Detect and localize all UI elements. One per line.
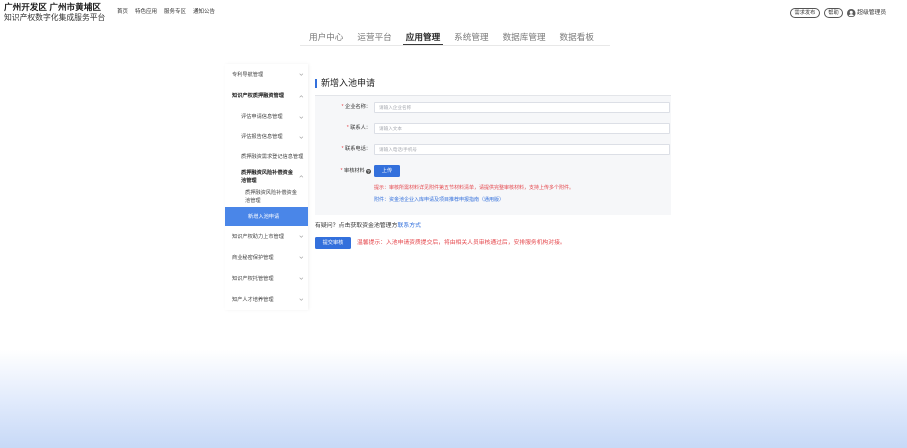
sidebar-item-risk-compensation-pool[interactable]: 质押融资风险补偿资金池管理: [225, 166, 308, 187]
sidebar-item-patent-navigation[interactable]: 专利导航管理: [225, 64, 308, 85]
required-mark: *: [346, 125, 349, 131]
chevron-down-icon: [299, 298, 304, 301]
chevron-down-icon: [299, 135, 304, 139]
chevron-down-icon: [299, 235, 304, 238]
sidebar-item-label: 新增入池申请: [248, 213, 280, 220]
top-nav-home[interactable]: 首页: [117, 9, 128, 16]
company-name-row: * 企业名称：: [315, 102, 670, 113]
submit-notice: 温馨提示：入池申请资质提交后，将由相关人员审核通过后，安排服务机构对接。: [357, 239, 566, 246]
tab-data-dashboard[interactable]: 数据看板: [557, 32, 597, 45]
chevron-up-icon: [299, 175, 304, 178]
top-nav-service-zone[interactable]: 服务专区: [164, 9, 186, 16]
sidebar-item-label: 专利导航管理: [232, 71, 264, 78]
top-nav: 首页 特色应用 服务专区 通知公告: [117, 9, 215, 16]
attachment-link[interactable]: 资金池企业入库申请及项目推荐申报指南（通用版）: [389, 197, 504, 203]
sidebar-item-ip-pledge-financing[interactable]: 知识产权质押融资管理: [225, 85, 308, 107]
chevron-down-icon: [299, 115, 304, 119]
sidebar-item-label: 质押融资风险补偿资金池管理: [245, 190, 297, 204]
field-label: 企业名称：: [345, 104, 371, 110]
sidebar-item-talent-training[interactable]: 知产人才培养管理: [225, 289, 308, 310]
sidebar-item-evaluation-application[interactable]: 评估申请信息管理: [225, 107, 308, 127]
sidebar-item-label: 评估报告信息管理: [241, 134, 283, 140]
top-nav-featured-apps[interactable]: 特色应用: [135, 9, 157, 16]
user-name[interactable]: 超级管理员: [857, 9, 886, 17]
submit-review-button[interactable]: 提交审核: [315, 237, 351, 249]
header-actions: 需求发布 帮助 超级管理员: [790, 8, 886, 18]
platform-title: 广州开发区 广州市黄埔区: [4, 2, 101, 12]
contact-person-row: * 联系人：: [315, 123, 670, 134]
sidebar-item-label: 商业秘密保护管理: [232, 254, 274, 261]
help-button[interactable]: 帮助: [823, 8, 844, 18]
question-circle-icon[interactable]: [366, 168, 371, 174]
contact-hint-text: 有疑问？点击获取资金池管理方: [315, 223, 398, 229]
sidebar-item-ipo-support[interactable]: 知识产权助力上市管理: [225, 226, 308, 247]
company-name-input[interactable]: [374, 102, 670, 113]
sidebar-item-ip-custody[interactable]: 知识产权托管管理: [225, 268, 308, 289]
tabs-divider: [300, 45, 610, 46]
tab-operation-platform[interactable]: 运营平台: [354, 32, 394, 45]
field-label: 联系人：: [350, 125, 371, 131]
contact-person-input[interactable]: [374, 123, 670, 134]
sidebar-item-new-pool-application[interactable]: 新增入池申请: [225, 207, 308, 226]
sidebar-item-label: 质押融资需求登记信息管理: [241, 153, 304, 160]
demand-publish-button[interactable]: 需求发布: [790, 8, 820, 18]
materials-label: * 审核材料: [315, 168, 371, 175]
attachment-prefix: 附件：: [374, 196, 390, 203]
chevron-up-icon: [299, 94, 304, 98]
sidebar-item-risk-compensation-pool-list[interactable]: 质押融资风险补偿资金池管理: [225, 187, 308, 207]
materials-row: * 审核材料 上传: [315, 165, 400, 177]
sidebar-item-label: 知识产权托管管理: [232, 275, 274, 282]
sidebar-item-trade-secret-protection[interactable]: 商业秘密保护管理: [225, 247, 308, 268]
top-nav-notices[interactable]: 通知公告: [193, 9, 215, 16]
contact-hint: 有疑问？点击获取资金池管理方联系方式: [315, 222, 421, 230]
field-label: 审核材料: [344, 167, 365, 174]
contact-phone-input[interactable]: [374, 144, 670, 155]
contact-person-label: * 联系人：: [315, 125, 371, 132]
sidebar-menu: 专利导航管理 知识产权质押融资管理 评估申请信息管理 评估报告信息管理 质押融资…: [225, 64, 308, 310]
required-mark: *: [341, 104, 344, 110]
sidebar-item-label: 知识产权质押融资管理: [232, 93, 284, 99]
tab-system-management[interactable]: 系统管理: [451, 32, 491, 45]
chevron-down-icon: [299, 277, 304, 280]
sidebar-item-label: 评估申请信息管理: [241, 114, 283, 120]
page-title-accent: [315, 79, 318, 88]
sidebar-item-label: 知产人才培养管理: [232, 296, 274, 303]
field-label: 联系电话：: [345, 146, 371, 152]
application-form: * 企业名称： * 联系人： * 联系电话： * 审核材料 上传 提示：: [315, 95, 671, 215]
required-mark: *: [340, 167, 343, 174]
chevron-down-icon: [299, 256, 304, 259]
materials-tip: 提示：审核所需材料详见附件第五节材料清单，请提供完整审核材料，支持上传多个附件。: [374, 185, 575, 191]
required-mark: *: [341, 146, 344, 152]
platform-subtitle: 知识产权数字化集成服务平台: [4, 13, 106, 22]
contact-phone-label: * 联系电话：: [315, 146, 371, 153]
contact-phone-row: * 联系电话：: [315, 144, 670, 155]
tab-database-management[interactable]: 数据库管理: [500, 32, 549, 45]
chevron-down-icon: [299, 73, 304, 76]
upload-button[interactable]: 上传: [374, 165, 400, 177]
sidebar-item-evaluation-report[interactable]: 评估报告信息管理: [225, 127, 308, 147]
contact-info-link[interactable]: 联系方式: [397, 223, 421, 229]
sidebar-item-label: 质押融资风险补偿资金池管理: [241, 169, 293, 184]
sidebar-item-label: 知识产权助力上市管理: [232, 233, 284, 240]
user-avatar-icon[interactable]: [847, 8, 856, 18]
sidebar-item-pledge-demand-registration[interactable]: 质押融资需求登记信息管理: [225, 147, 308, 166]
company-name-label: * 企业名称：: [315, 104, 371, 111]
main-tabs: 用户中心 运营平台 应用管理 系统管理 数据库管理 数据看板: [306, 32, 597, 45]
attachment-line: 附件：资金池企业入库申请及项目推荐申报指南（通用版）: [374, 197, 504, 203]
tab-user-center[interactable]: 用户中心: [306, 32, 346, 45]
tab-application-management[interactable]: 应用管理: [402, 32, 444, 45]
page-title: 新增入池申请: [321, 78, 376, 88]
